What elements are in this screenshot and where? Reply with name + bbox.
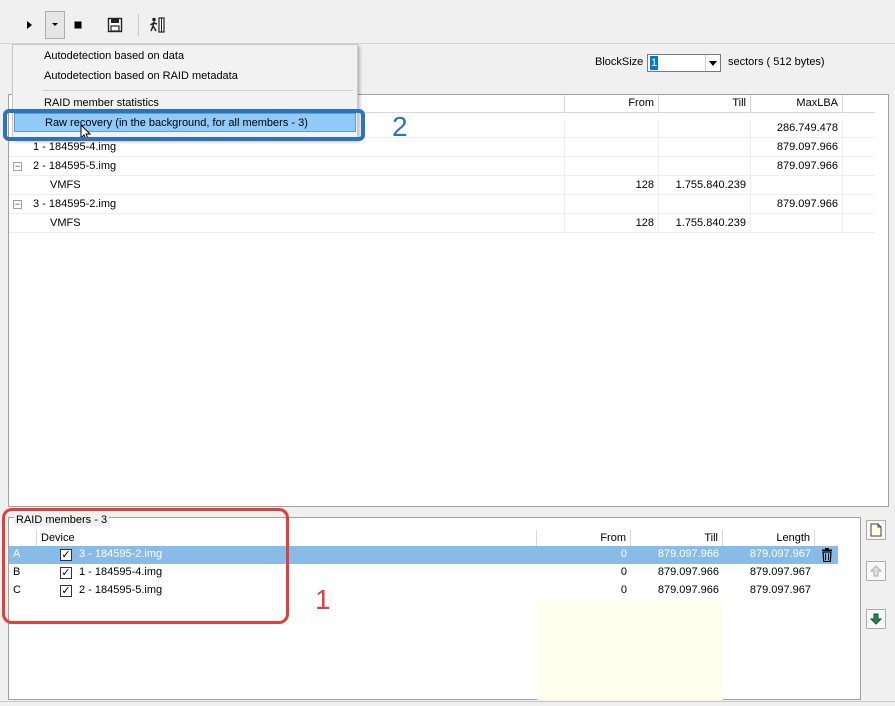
member-length: 879.097.967: [749, 584, 811, 596]
row-maxlba: [751, 214, 843, 233]
annotation-number-1: 1: [315, 584, 331, 615]
play-dropdown-button[interactable]: [45, 11, 65, 39]
blocksize-units: sectors ( 512 bytes): [728, 56, 825, 68]
new-document-icon: [870, 523, 882, 537]
chevron-down-icon: [52, 23, 58, 26]
blocksize-value: 1: [650, 56, 659, 70]
row-from: [565, 138, 659, 157]
tree-row[interactable]: VMFS 128 1.755.840.239: [9, 214, 875, 233]
row-from: 128: [565, 214, 659, 233]
tree-row[interactable]: − 3 - 184595-2.img 879.097.966: [9, 195, 875, 214]
stop-button[interactable]: [66, 11, 90, 39]
tree-row[interactable]: − 2 - 184595-5.img 879.097.966: [9, 157, 875, 176]
arrow-down-icon: [870, 613, 882, 625]
save-button[interactable]: [102, 11, 128, 39]
row-maxlba: 286.749.478: [751, 119, 843, 138]
row-name: 2 - 184595-5.img: [9, 157, 565, 176]
member-from: 0: [620, 566, 627, 578]
row-maxlba: [751, 176, 843, 195]
member-from: 0: [620, 548, 627, 560]
row-till: [659, 138, 751, 157]
row-from: 128: [565, 176, 659, 195]
play-icon: [27, 21, 32, 29]
arrow-up-icon: [870, 565, 882, 577]
member-length: 879.097.967: [749, 548, 811, 560]
row-till: [659, 195, 751, 214]
annotation-red-box: [2, 508, 289, 624]
highlight-column: [537, 600, 723, 700]
member-from: 0: [620, 584, 627, 596]
member-length: 879.097.967: [749, 566, 811, 578]
member-till: 879.097.966: [657, 548, 719, 560]
row-till: [659, 157, 751, 176]
row-from: [565, 119, 659, 138]
header-till[interactable]: Till: [659, 95, 751, 113]
play-button[interactable]: [16, 11, 42, 39]
move-up-button[interactable]: [866, 561, 886, 581]
row-maxlba: 879.097.966: [751, 138, 843, 157]
chevron-down-icon[interactable]: [705, 55, 720, 71]
annotation-number-2: 2: [392, 111, 408, 142]
row-from: [565, 157, 659, 176]
row-name: VMFS: [9, 214, 565, 233]
tree-row[interactable]: VMFS 128 1.755.840.239: [9, 176, 875, 195]
header-maxlba[interactable]: MaxLBA: [751, 95, 843, 113]
menu-separator: [43, 90, 353, 91]
row-till: 1.755.840.239: [659, 214, 751, 233]
exit-button[interactable]: [144, 11, 170, 39]
row-name: VMFS: [9, 176, 565, 195]
row-maxlba: 879.097.966: [751, 157, 843, 176]
menu-item-autodetect-metadata[interactable]: Autodetection based on RAID metadata: [14, 67, 356, 86]
row-from: [565, 195, 659, 214]
annotation-blue-box: [3, 109, 365, 141]
status-bar: [0, 701, 895, 706]
blocksize-select[interactable]: 1: [647, 54, 721, 72]
save-icon: [107, 17, 123, 33]
row-till: 1.755.840.239: [659, 176, 751, 195]
blocksize-label: BlockSize: [595, 56, 644, 68]
exit-icon: [150, 17, 165, 33]
row-name: 3 - 184595-2.img: [9, 195, 565, 214]
member-till: 879.097.966: [657, 584, 719, 596]
stop-icon: [74, 21, 82, 29]
trash-icon[interactable]: [821, 548, 833, 562]
menu-item-autodetect-data[interactable]: Autodetection based on data: [14, 47, 356, 66]
toolbar-separator: [138, 14, 139, 36]
toolbar: [0, 0, 895, 44]
partition-tree-grid[interactable]: From Till MaxLBA 286.749.478 1 - 184595-…: [8, 94, 889, 507]
member-till: 879.097.966: [657, 566, 719, 578]
row-till: [659, 119, 751, 138]
move-down-button[interactable]: [866, 609, 886, 629]
header-from[interactable]: From: [565, 95, 659, 113]
row-maxlba: 879.097.966: [751, 195, 843, 214]
add-member-button[interactable]: [866, 520, 886, 540]
